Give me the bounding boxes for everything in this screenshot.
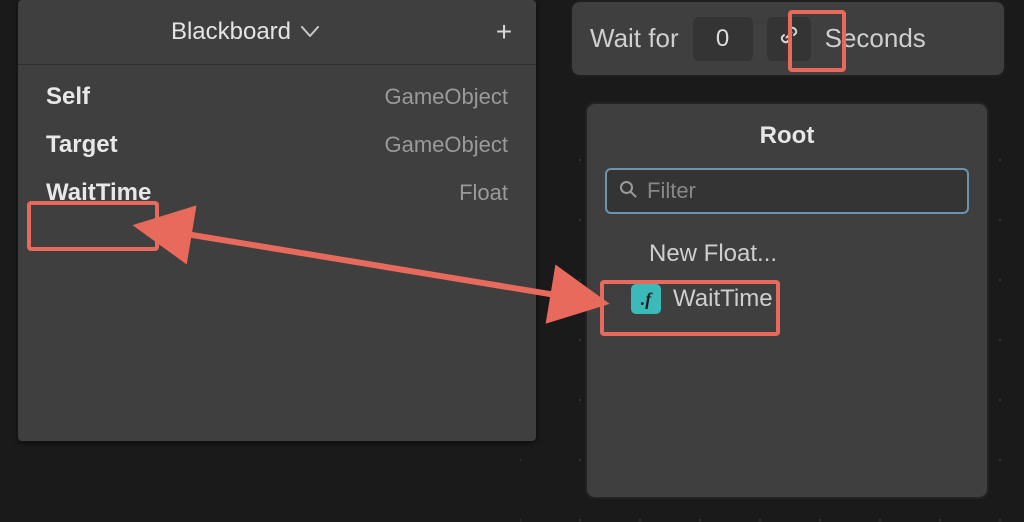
variable-name: Target: [46, 131, 118, 159]
variable-item-waittime[interactable]: .f WaitTime: [605, 276, 969, 322]
blackboard-row[interactable]: Self GameObject: [18, 73, 536, 121]
variable-name: Self: [46, 83, 90, 111]
variable-type: GameObject: [385, 132, 509, 158]
link-icon: [777, 23, 801, 54]
wait-for-bar: Wait for 0 Seconds: [570, 0, 1006, 77]
wait-suffix-label: Seconds: [825, 23, 926, 54]
blackboard-title-dropdown[interactable]: Blackboard: [18, 18, 472, 46]
blackboard-panel: Blackboard + Self GameObject Target Game…: [18, 0, 536, 441]
wait-value-field[interactable]: 0: [693, 17, 753, 61]
blackboard-title: Blackboard: [171, 18, 291, 46]
variable-item-label: WaitTime: [673, 285, 773, 313]
new-float-label: New Float...: [649, 240, 777, 268]
blackboard-row[interactable]: Target GameObject: [18, 121, 536, 169]
variable-type: GameObject: [385, 84, 509, 110]
blackboard-row[interactable]: WaitTime Float: [18, 169, 536, 217]
variable-type: Float: [459, 180, 508, 206]
popup-title: Root: [605, 122, 969, 150]
filter-input[interactable]: Filter: [605, 168, 969, 214]
variable-picker-popup: Root Filter New Float... .f WaitTime: [585, 102, 989, 499]
add-button[interactable]: +: [472, 16, 536, 48]
filter-placeholder: Filter: [647, 178, 696, 204]
chevron-down-icon: [301, 26, 319, 38]
variable-name: WaitTime: [46, 179, 151, 207]
float-type-icon: .f: [631, 284, 661, 314]
wait-prefix-label: Wait for: [590, 23, 679, 54]
new-float-item[interactable]: New Float...: [605, 232, 969, 276]
blackboard-header: Blackboard +: [18, 0, 536, 65]
link-button[interactable]: [767, 17, 811, 61]
search-icon: [619, 180, 637, 203]
blackboard-rows: Self GameObject Target GameObject WaitTi…: [18, 65, 536, 225]
